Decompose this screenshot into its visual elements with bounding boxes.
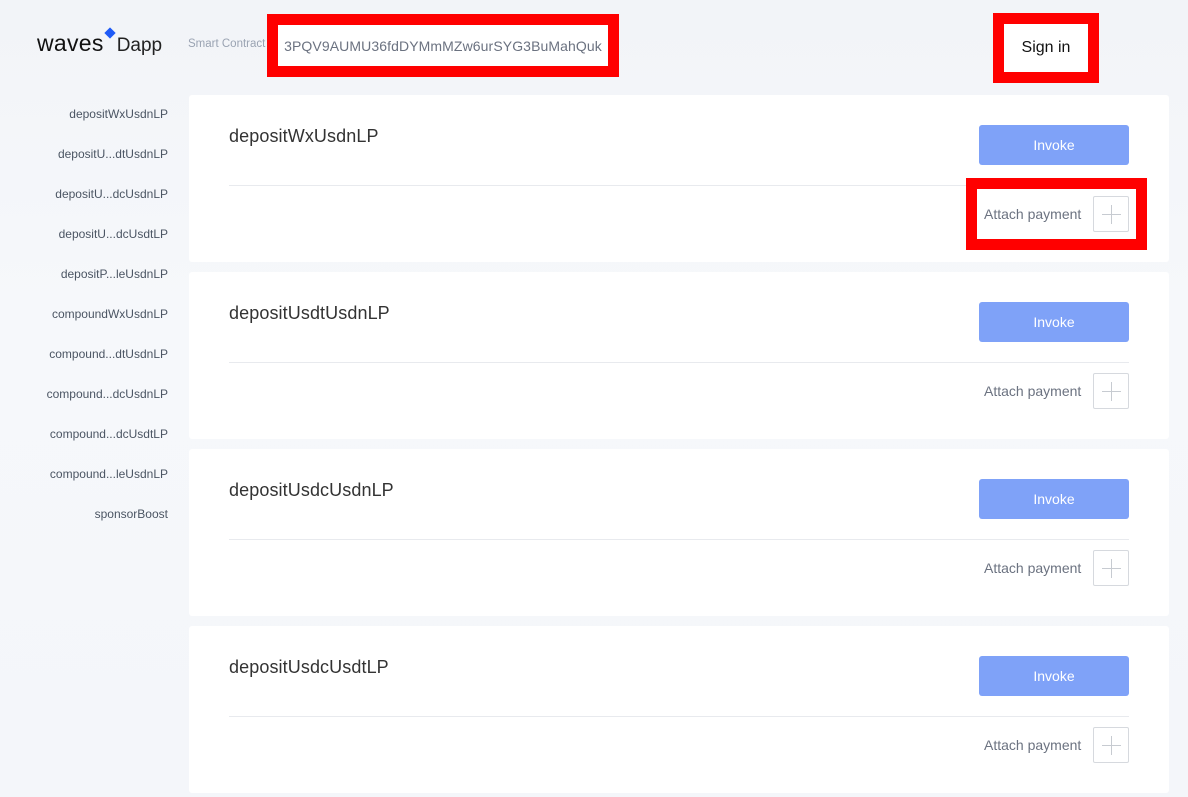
method-card: depositUsdtUsdnLP Invoke Attach payment [189, 272, 1169, 439]
method-title: depositUsdcUsdnLP [229, 480, 394, 500]
add-payment-plus-icon[interactable] [1093, 373, 1129, 409]
sign-in-button[interactable]: Sign in [1004, 24, 1088, 72]
sidebar-item-depositpleusdnlp[interactable]: depositP...leUsdnLP [0, 260, 176, 300]
divider [229, 539, 1129, 540]
method-title: depositUsdtUsdnLP [229, 303, 390, 323]
sidebar-item-compoundpleusdnlp[interactable]: compound...leUsdnLP [0, 460, 176, 500]
smart-contract-label: Smart Contract [188, 38, 266, 50]
sidebar-item-compoundwxusdnlp[interactable]: compoundWxUsdnLP [0, 300, 176, 340]
method-card: depositUsdcUsdnLP Invoke Attach payment [189, 449, 1169, 616]
invoke-button[interactable]: Invoke [979, 125, 1129, 165]
attach-payment-label: Attach payment [984, 206, 1082, 222]
sidebar-item-compoundusdcusdtlp[interactable]: compound...dcUsdtLP [0, 420, 176, 460]
header: waves Dapp Smart Contract 3PQV9AUMU36fdD… [0, 0, 1188, 92]
add-payment-plus-icon[interactable] [1093, 550, 1129, 586]
sidebar-item-sponsorboost[interactable]: sponsorBoost [0, 500, 176, 540]
invoke-button[interactable]: Invoke [979, 656, 1129, 696]
sidebar-item-depositusdcusdtlp[interactable]: depositU...dcUsdtLP [0, 220, 176, 260]
attach-payment-label: Attach payment [984, 560, 1082, 576]
divider [229, 716, 1129, 717]
sidebar-item-compoundusdcusdnlp[interactable]: compound...dcUsdnLP [0, 380, 176, 420]
sidebar-item-compoundusdtusdnlp[interactable]: compound...dtUsdnLP [0, 340, 176, 380]
method-title: depositWxUsdnLP [229, 126, 379, 146]
method-card: depositUsdcUsdtLP Invoke Attach payment [189, 626, 1169, 793]
sidebar-item-depositwxusdnlp[interactable]: depositWxUsdnLP [0, 100, 176, 140]
add-payment-plus-icon[interactable] [1093, 727, 1129, 763]
invoke-button[interactable]: Invoke [979, 479, 1129, 519]
logo[interactable]: waves Dapp [37, 27, 163, 57]
logo-suffix: Dapp [116, 35, 163, 56]
contract-address-field[interactable]: 3PQV9AUMU36fdDYMmMZw6urSYG3BuMahQuk [278, 25, 608, 66]
invoke-button[interactable]: Invoke [979, 302, 1129, 342]
sidebar: depositWxUsdnLP depositU...dtUsdnLP depo… [0, 100, 176, 540]
sidebar-item-depositusdcusdnlp[interactable]: depositU...dcUsdnLP [0, 180, 176, 220]
method-title: depositUsdcUsdtLP [229, 657, 389, 677]
add-payment-plus-icon[interactable] [1093, 196, 1129, 232]
attach-payment-label: Attach payment [984, 383, 1082, 399]
logo-wordmark: waves [37, 30, 104, 56]
diamond-icon [104, 27, 116, 39]
sidebar-item-depositusdtusdnlp[interactable]: depositU...dtUsdnLP [0, 140, 176, 180]
attach-payment-label: Attach payment [984, 737, 1082, 753]
divider [229, 362, 1129, 363]
